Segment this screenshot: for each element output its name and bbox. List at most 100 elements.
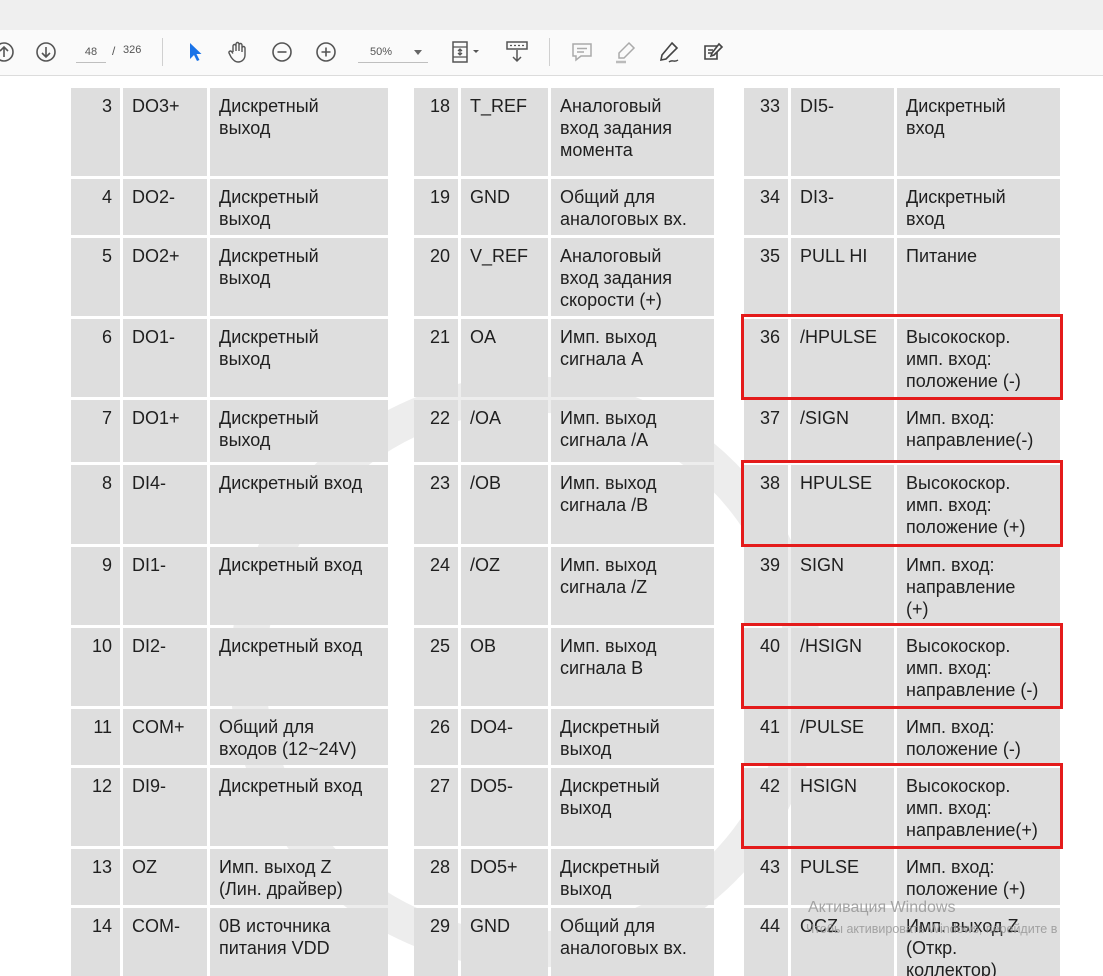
table-row: 40/HSIGN Высокоскор. имп. вход: направлен… xyxy=(744,628,1060,706)
table-row: 44 OCZ Имп. выход Z (Откр. коллектор) xyxy=(744,908,1060,976)
description-cell: Дискретный вход xyxy=(210,768,388,846)
description-cell: Имп. выход сигнала A xyxy=(551,319,714,397)
signal-name-cell: DO1+ xyxy=(123,400,207,462)
signal-name-cell: DI2- xyxy=(123,628,207,706)
description-cell: Имп. выход Z (Лин. драйвер) xyxy=(210,849,388,905)
comment-icon xyxy=(572,43,592,62)
select-tool-button[interactable] xyxy=(184,38,206,66)
pdf-toolbar: 48 / 326 50% xyxy=(0,30,1103,76)
pin-number-cell: 27 xyxy=(414,768,458,846)
activation-title: Активация Windows xyxy=(808,899,956,916)
table-row: 43 PULSE Имп. вход: положение (+) xyxy=(744,849,1060,905)
description-cell: Аналоговый вход задания момента xyxy=(551,88,714,176)
fit-page-icon xyxy=(452,41,479,63)
previous-page-button[interactable] xyxy=(0,38,16,66)
signal-name-cell: SIGN xyxy=(791,547,894,625)
pin-number-cell: 26 xyxy=(414,709,458,765)
table-row: 37/SIGN Имп. вход: направление(-) xyxy=(744,400,1060,462)
hand-tool-button[interactable] xyxy=(226,38,250,66)
signal-name-cell: COM+ xyxy=(123,709,207,765)
page-layout-button[interactable] xyxy=(448,38,484,66)
description-cell: Общий для аналоговых вх. xyxy=(551,179,714,235)
pin-number-cell: 44 xyxy=(744,908,788,976)
edit-button[interactable] xyxy=(700,38,726,66)
signal-name-cell: /OB xyxy=(461,465,548,544)
table-row: 24/OZ Имп. выход сигнала /Z xyxy=(414,547,714,625)
description-cell: Имп. вход: направление (+) xyxy=(897,547,1060,625)
description-cell: Имп. вход: положение (+) xyxy=(897,849,1060,905)
zoom-value: 50% xyxy=(370,46,393,58)
description-cell: Дискретный вход xyxy=(897,179,1060,235)
signal-name-cell: OB xyxy=(461,628,548,706)
toolbar-divider xyxy=(549,38,550,66)
description-cell: Имп. выход сигнала /A xyxy=(551,400,714,462)
description-cell: Дискретный выход xyxy=(210,179,388,235)
pin-number-cell: 43 xyxy=(744,849,788,905)
pin-number-cell: 28 xyxy=(414,849,458,905)
draw-button[interactable] xyxy=(656,38,682,66)
signal-name-cell: DO3+ xyxy=(123,88,207,176)
signal-name-cell: T_REF xyxy=(461,88,548,176)
table-row: 3 DO3+ Дискретный выход xyxy=(71,88,388,176)
pen-sign-icon xyxy=(659,41,679,63)
pin-number-cell: 18 xyxy=(414,88,458,176)
zoom-select[interactable]: 50% xyxy=(358,42,428,63)
table-row: 19 GND Общий для аналоговых вх. xyxy=(414,179,714,235)
zoom-in-button[interactable] xyxy=(314,38,338,66)
zoom-out-button[interactable] xyxy=(270,38,294,66)
description-cell: Общий для аналоговых вх. xyxy=(551,908,714,976)
description-cell: Дискретный вход xyxy=(210,465,388,544)
signal-name-cell: /OZ xyxy=(461,547,548,625)
table-row: 23/OB Имп. выход сигнала /B xyxy=(414,465,714,544)
pin-number-cell: 10 xyxy=(71,628,120,706)
pin-number-cell: 33 xyxy=(744,88,788,176)
signal-name-cell: DI5- xyxy=(791,88,894,176)
description-cell: Имп. вход: направление(-) xyxy=(897,400,1060,462)
signal-name-cell: DO1- xyxy=(123,319,207,397)
activation-subtitle: Чтобы активировать Windows, перейдите в xyxy=(806,922,1058,936)
cursor-arrow-icon xyxy=(190,43,202,61)
page-number-input[interactable]: 48 xyxy=(76,42,106,63)
description-cell: Питание xyxy=(897,238,1060,316)
table-row: 20 V_REF Аналоговый вход задания скорости … xyxy=(414,238,714,316)
table-row: 9 DI1- Дискретный вход xyxy=(71,547,388,625)
table-row: 11 COM+ Общий для входов (12~24V) xyxy=(71,709,388,765)
pin-number-cell: 11 xyxy=(71,709,120,765)
pin-number-cell: 9 xyxy=(71,547,120,625)
scroll-mode-button[interactable] xyxy=(503,38,531,66)
table-row: 26 DO4- Дискретный выход xyxy=(414,709,714,765)
pin-number-cell: 12 xyxy=(71,768,120,846)
pin-number-cell: 36 xyxy=(744,319,788,397)
highlight-button[interactable] xyxy=(612,38,638,66)
description-cell: 0В источника питания VDD xyxy=(210,908,388,976)
hand-icon xyxy=(228,41,246,63)
description-cell: Имп. выход сигнала /Z xyxy=(551,547,714,625)
table-row: 39 SIGN Имп. вход: направление (+) xyxy=(744,547,1060,625)
comment-button[interactable] xyxy=(569,38,595,66)
pin-number-cell: 5 xyxy=(71,238,120,316)
table-row: 10 DI2- Дискретный вход xyxy=(71,628,388,706)
table-row: 33 DI5- Дискретный вход xyxy=(744,88,1060,176)
pdf-page-area: 3 DO3+ Дискретный выход 4 DO2- Дискретный вых… xyxy=(0,76,1103,976)
window-top-strip xyxy=(0,0,1103,30)
description-cell: Дискретный выход xyxy=(551,849,714,905)
pin-number-cell: 3 xyxy=(71,88,120,176)
table-row: 28 DO5+ Дискретный выход xyxy=(414,849,714,905)
signal-name-cell: /OA xyxy=(461,400,548,462)
pin-number-cell: 29 xyxy=(414,908,458,976)
table-row: 7 DO1+ Дискретный выход xyxy=(71,400,388,462)
next-page-button[interactable] xyxy=(34,38,58,66)
signal-name-cell: /SIGN xyxy=(791,400,894,462)
table-row: 41/PULSE Имп. вход: положение (-) xyxy=(744,709,1060,765)
table-row: 35 PULL HI Питание xyxy=(744,238,1060,316)
description-cell: Высокоскор. имп. вход: положение (-) xyxy=(897,319,1060,397)
pin-number-cell: 37 xyxy=(744,400,788,462)
table-row: 4 DO2- Дискретный выход xyxy=(71,179,388,235)
pin-number-cell: 20 xyxy=(414,238,458,316)
signal-name-cell: DO2+ xyxy=(123,238,207,316)
signal-name-cell: V_REF xyxy=(461,238,548,316)
signal-name-cell: GND xyxy=(461,908,548,976)
description-cell: Имп. выход сигнала /B xyxy=(551,465,714,544)
pin-number-cell: 39 xyxy=(744,547,788,625)
pin-number-cell: 41 xyxy=(744,709,788,765)
